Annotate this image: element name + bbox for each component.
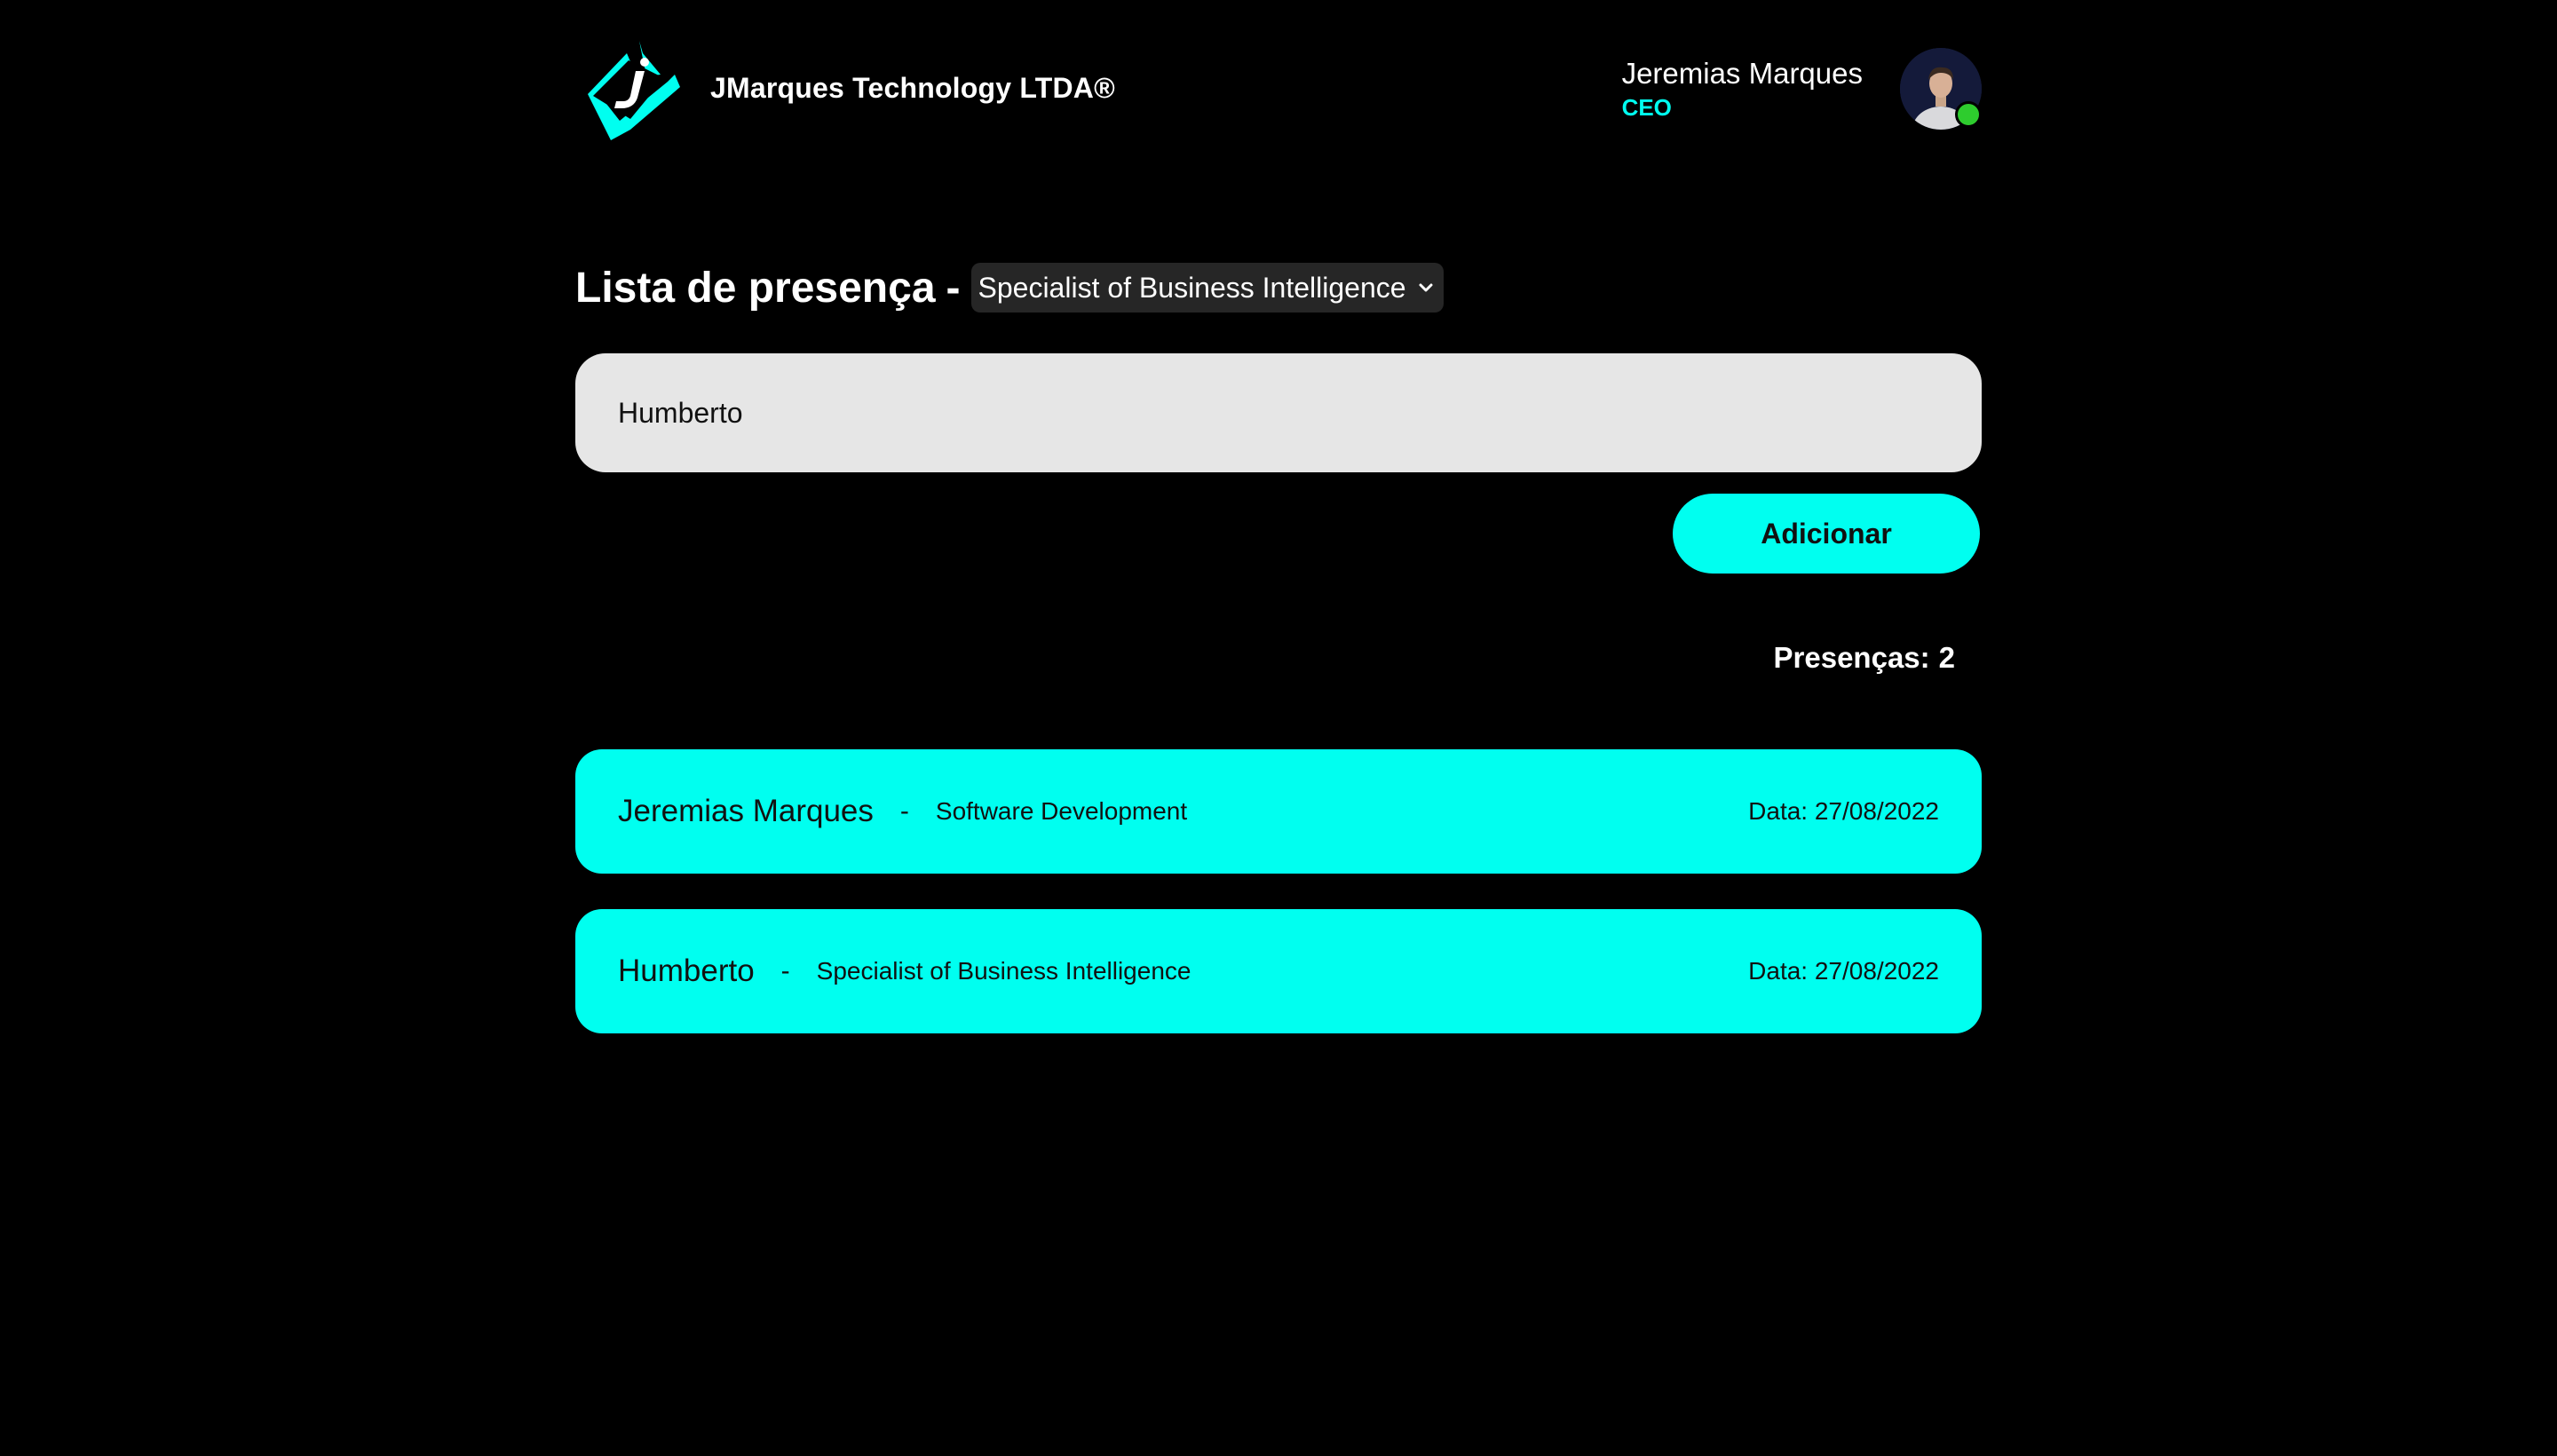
attendee-role: Specialist of Business Intelligence xyxy=(816,957,1191,985)
brand[interactable]: JMarques Technology LTDA® xyxy=(575,34,1115,142)
name-input[interactable] xyxy=(575,353,1982,472)
header: JMarques Technology LTDA® Jeremias Marqu… xyxy=(575,0,1982,178)
online-status-indicator xyxy=(1955,101,1982,128)
attendee-name: Jeremias Marques xyxy=(618,794,874,828)
role-select[interactable]: Specialist of Business Intelligence xyxy=(970,263,1444,313)
avatar[interactable] xyxy=(1900,48,1982,130)
company-name: JMarques Technology LTDA® xyxy=(710,71,1115,104)
user-role: CEO xyxy=(1621,94,1672,121)
attendance-count: Presenças: 2 xyxy=(1774,641,1955,675)
attendee-date: Data: 27/08/2022 xyxy=(1748,797,1939,825)
chevron-down-icon xyxy=(1419,283,1433,292)
title-row: Lista de presença - Specialist of Busine… xyxy=(575,263,1444,313)
attendance-count-value: 2 xyxy=(1938,641,1955,674)
attendee-role: Software Development xyxy=(935,797,1188,825)
role-select-value: Specialist of Business Intelligence xyxy=(978,271,1406,304)
attendee-separator: - xyxy=(899,796,909,826)
attendee-name: Humberto xyxy=(618,954,755,988)
list-item[interactable]: Humberto - Specialist of Business Intell… xyxy=(575,909,1982,1033)
title-separator: - xyxy=(946,264,961,312)
user-name: Jeremias Marques xyxy=(1621,57,1863,90)
attendee-separator: - xyxy=(780,956,790,985)
user-profile[interactable]: Jeremias Marques CEO xyxy=(1622,48,1982,130)
attendee-list: Jeremias Marques - Software Development … xyxy=(575,749,1982,1069)
page-title: Lista de presença xyxy=(575,264,936,312)
jmarques-logo-icon xyxy=(588,41,680,140)
attendance-count-label: Presenças: xyxy=(1773,641,1930,674)
attendee-date: Data: 27/08/2022 xyxy=(1748,957,1939,985)
page: JMarques Technology LTDA® Jeremias Marqu… xyxy=(0,0,2557,1456)
list-item[interactable]: Jeremias Marques - Software Development … xyxy=(575,749,1982,874)
main-container: JMarques Technology LTDA® Jeremias Marqu… xyxy=(575,0,1982,1033)
add-button[interactable]: Adicionar xyxy=(1673,494,1980,574)
user-info: Jeremias Marques CEO xyxy=(1622,56,1863,122)
